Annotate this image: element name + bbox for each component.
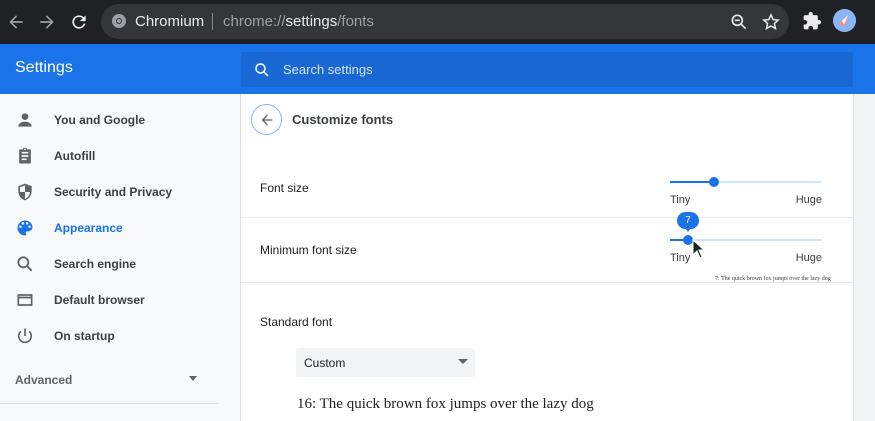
back-arrow-icon[interactable] (4, 10, 28, 34)
slider-value-bubble: 7 (677, 212, 699, 232)
sidebar-item-label: You and Google (54, 113, 146, 127)
sidebar-advanced-toggle[interactable]: Advanced (15, 373, 72, 387)
search-input[interactable] (283, 52, 833, 87)
bookmark-star-icon[interactable] (761, 12, 781, 32)
sidebar-item-on-startup[interactable]: On startup (0, 318, 230, 354)
dropdown-arrow-icon (458, 359, 468, 364)
clipboard-icon (19, 147, 31, 164)
sidebar-divider (0, 403, 218, 404)
sidebar-item-label: On startup (54, 329, 115, 343)
standard-font-sample: 16: The quick brown fox jumps over the l… (297, 396, 594, 412)
profile-avatar[interactable] (833, 9, 856, 32)
sidebar-item-appearance[interactable]: Appearance (0, 210, 230, 246)
settings-search-box[interactable] (241, 52, 853, 87)
browser-toolbar: Chromium chrome://settings/fonts (0, 0, 875, 44)
slider-fill (670, 181, 714, 183)
chevron-down-icon[interactable] (189, 376, 197, 381)
sidebar-item-label: Autofill (54, 149, 96, 163)
reload-icon[interactable] (67, 10, 91, 34)
minimum-font-size-label: Minimum font size (260, 243, 357, 257)
fonts-settings-card: Customize fonts Font size Tiny Huge Mini… (240, 94, 854, 421)
settings-header: Settings (0, 44, 875, 94)
url-path: /fonts (337, 13, 374, 30)
profile-avatar-icon (833, 9, 856, 32)
address-separator (212, 13, 213, 30)
row-divider (241, 217, 853, 218)
slider-min-label: Tiny (670, 194, 691, 206)
mouse-cursor-icon (692, 239, 706, 259)
row-divider (241, 282, 853, 283)
url-text: chrome://settings/fonts (223, 13, 374, 30)
sidebar-item-you-and-google[interactable]: You and Google (0, 102, 230, 138)
search-icon (17, 256, 33, 272)
address-bar[interactable]: Chromium chrome://settings/fonts (101, 4, 789, 39)
chromium-icon (112, 14, 126, 28)
site-name: Chromium (135, 13, 205, 30)
palette-icon (17, 220, 33, 236)
sidebar-item-default-browser[interactable]: Default browser (0, 282, 230, 318)
font-size-slider[interactable] (670, 176, 822, 188)
sidebar-item-label: Security and Privacy (54, 185, 173, 199)
back-button[interactable] (251, 104, 282, 135)
standard-font-label: Standard font (260, 315, 333, 329)
standard-font-select[interactable]: Custom (296, 348, 475, 377)
url-host: settings (285, 13, 338, 30)
person-icon (18, 113, 32, 127)
slider-max-label: Huge (795, 194, 822, 206)
shield-icon (18, 183, 32, 201)
settings-title: Settings (15, 59, 73, 76)
sidebar-item-search-engine[interactable]: Search engine (0, 246, 230, 282)
sidebar-item-label: Default browser (54, 293, 145, 307)
sidebar-item-label: Search engine (54, 257, 137, 271)
arrow-back-icon (261, 114, 272, 125)
browser-window-icon (17, 294, 33, 306)
sidebar-item-label: Appearance (54, 221, 123, 235)
extensions-puzzle-icon[interactable] (802, 11, 822, 31)
settings-sidebar: You and Google Autofill Security and Pri… (0, 94, 240, 421)
url-scheme: chrome:// (223, 13, 286, 30)
zoom-out-icon[interactable] (729, 12, 749, 32)
power-icon (17, 328, 33, 344)
forward-arrow-icon[interactable] (35, 10, 59, 34)
sidebar-item-autofill[interactable]: Autofill (0, 138, 230, 174)
search-icon (255, 63, 269, 77)
sidebar-item-security-and-privacy[interactable]: Security and Privacy (0, 174, 230, 210)
font-size-label: Font size (260, 181, 309, 195)
select-value: Custom (304, 356, 346, 370)
page-title: Customize fonts (292, 112, 394, 127)
slider-max-label: Huge (795, 252, 822, 264)
slider-knob[interactable] (709, 177, 719, 187)
slider-min-label: Tiny (670, 252, 691, 264)
